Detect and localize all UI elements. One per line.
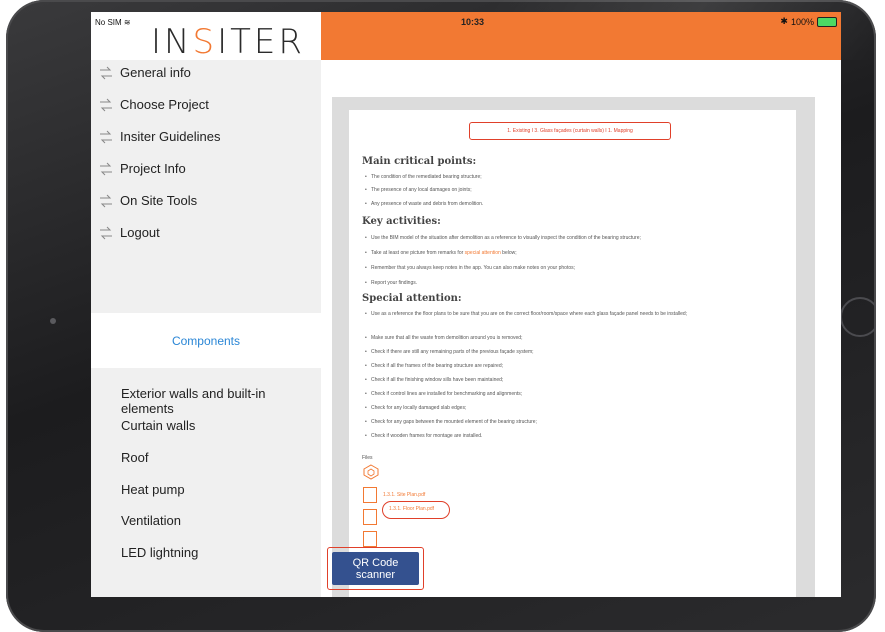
status-carrier: No SIM ≋ xyxy=(95,18,131,27)
pdf-file-icon xyxy=(363,487,377,503)
pdf-file-icon xyxy=(363,509,377,525)
menu-on-site-tools[interactable]: On Site Tools xyxy=(99,193,197,208)
component-heat-pump[interactable]: Heat pump xyxy=(121,482,185,497)
list-item: Check if control lines are installed for… xyxy=(365,391,781,398)
qr-highlight: QR Code scanner xyxy=(327,547,424,590)
battery-icon xyxy=(817,16,837,27)
list-item: Use the BIM model of the situation after… xyxy=(365,235,781,242)
menu-project-info[interactable]: Project Info xyxy=(99,161,186,176)
list-item: Report your findings. xyxy=(365,280,781,287)
tablet-frame: No SIM ≋ 10:33 ✱ 100% INSITER General in… xyxy=(6,0,876,632)
camera-icon xyxy=(50,318,56,324)
component-roof[interactable]: Roof xyxy=(121,450,148,465)
list-item: Make sure that all the waste from demoli… xyxy=(365,335,781,342)
list-item: Check for any gaps between the mounted e… xyxy=(365,419,781,426)
list-item: Check if all the frames of the bearing s… xyxy=(365,363,781,370)
special-attention-link[interactable]: special attention xyxy=(465,250,501,256)
component-curtain-walls[interactable]: Curtain walls xyxy=(121,418,195,433)
menu-logout[interactable]: Logout xyxy=(99,225,160,240)
document-viewer[interactable]: 1. Existing I 3. Glass façades (curtain … xyxy=(332,97,815,597)
bim-model-icon[interactable] xyxy=(363,464,379,480)
status-time: 10:33 xyxy=(461,17,485,27)
file-link-site-plan[interactable]: 1.3.1. Site Plan.pdf xyxy=(383,492,425,498)
list-item: The presence of any local damages on joi… xyxy=(365,187,781,194)
wifi-icon: ≋ xyxy=(123,18,131,27)
list-item: Check if wooden frames for montage are i… xyxy=(365,433,781,440)
menu-choose-project[interactable]: Choose Project xyxy=(99,97,209,112)
sync-arrows-icon xyxy=(99,226,113,240)
list-item: Check if there are still any remaining p… xyxy=(365,349,781,356)
status-battery: ✱ 100% xyxy=(780,16,837,27)
component-ventilation[interactable]: Ventilation xyxy=(121,513,181,528)
menu-general-info[interactable]: General info xyxy=(99,65,191,80)
document-breadcrumb: 1. Existing I 3. Glass façades (curtain … xyxy=(469,122,671,140)
special-attention-heading: Special attention: xyxy=(362,293,462,304)
list-item: Check for any locally damaged slab edges… xyxy=(365,405,781,412)
list-item: The condition of the remediated bearing … xyxy=(365,174,781,181)
sync-arrows-icon xyxy=(99,194,113,208)
list-item: Any presence of waste and debris from de… xyxy=(365,201,781,208)
file-link-floor-plan[interactable]: 1.3.1. Floor Plan.pdf xyxy=(389,506,434,512)
component-exterior-walls[interactable]: Exterior walls and built-in elements xyxy=(121,386,321,416)
pdf-file-icon xyxy=(363,531,377,547)
files-label: Files xyxy=(362,455,373,461)
app-logo: INSITER xyxy=(151,22,305,62)
sync-arrows-icon xyxy=(99,130,113,144)
sync-arrows-icon xyxy=(99,66,113,80)
app-screen: No SIM ≋ 10:33 ✱ 100% INSITER General in… xyxy=(91,12,841,597)
document-page: 1. Existing I 3. Glass façades (curtain … xyxy=(349,110,796,597)
header-bar xyxy=(321,12,841,60)
menu-insiter-guidelines[interactable]: Insiter Guidelines xyxy=(99,129,220,144)
list-item: Use as a reference the floor plans to be… xyxy=(365,311,781,318)
list-item: Check if all the finishing window sills … xyxy=(365,377,781,384)
sync-arrows-icon xyxy=(99,98,113,112)
components-heading[interactable]: Components xyxy=(91,313,321,368)
key-activities-heading: Key activities: xyxy=(362,216,441,227)
list-item: Remember that you always keep notes in t… xyxy=(365,265,781,272)
main-points-heading: Main critical points: xyxy=(362,156,477,167)
sidebar: General info Choose Project Insiter Guid… xyxy=(91,60,321,597)
bluetooth-icon: ✱ xyxy=(780,16,788,26)
home-button[interactable] xyxy=(840,297,876,337)
list-item: Take at least one picture from remarks f… xyxy=(365,250,781,257)
sync-arrows-icon xyxy=(99,162,113,176)
qr-code-scanner-button[interactable]: QR Code scanner xyxy=(332,552,419,585)
component-led-lightning[interactable]: LED lightning xyxy=(121,545,198,560)
